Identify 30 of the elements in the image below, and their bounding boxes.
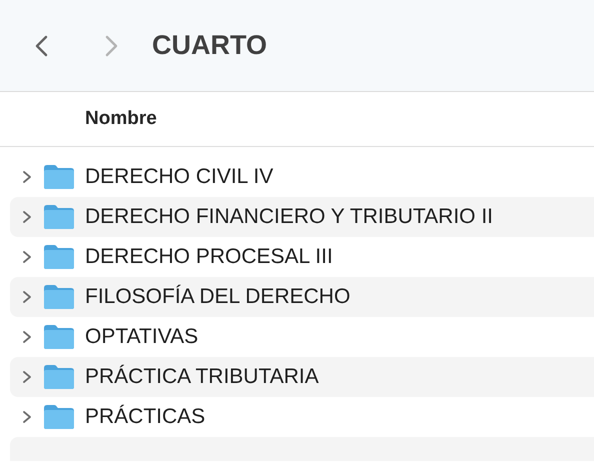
window-title: CUARTO	[152, 30, 268, 61]
folder-row[interactable]: DERECHO FINANCIERO Y TRIBUTARIO II	[10, 197, 594, 237]
folder-row[interactable]: DERECHO CIVIL IV	[10, 157, 594, 197]
disclosure-chevron-icon[interactable]	[22, 410, 32, 424]
folder-name: OPTATIVAS	[85, 325, 198, 349]
folder-icon	[43, 324, 75, 350]
folder-icon	[43, 244, 75, 270]
disclosure-chevron-icon[interactable]	[22, 210, 32, 224]
folder-name: DERECHO FINANCIERO Y TRIBUTARIO II	[85, 205, 494, 229]
folder-row[interactable]: OPTATIVAS	[10, 317, 594, 357]
folder-icon	[43, 404, 75, 430]
folder-name: DERECHO PROCESAL III	[85, 245, 333, 269]
folder-name: PRÁCTICAS	[85, 405, 206, 429]
folder-row[interactable]: PRÁCTICAS	[10, 397, 594, 437]
disclosure-chevron-icon[interactable]	[22, 290, 32, 304]
folder-icon	[43, 364, 75, 390]
folder-row[interactable]: FILOSOFÍA DEL DERECHO	[10, 277, 594, 317]
folder-row[interactable]: PRÁCTICA TRIBUTARIA	[10, 357, 594, 397]
folder-row[interactable]: DERECHO PROCESAL III	[10, 237, 594, 277]
folder-icon	[43, 164, 75, 190]
folder-icon	[43, 284, 75, 310]
column-header[interactable]: Nombre	[85, 108, 157, 130]
folder-name: FILOSOFÍA DEL DERECHO	[85, 285, 350, 309]
disclosure-chevron-icon[interactable]	[22, 170, 32, 184]
disclosure-chevron-icon[interactable]	[22, 250, 32, 264]
folder-name: PRÁCTICA TRIBUTARIA	[85, 365, 319, 389]
folder-name: DERECHO CIVIL IV	[85, 165, 274, 189]
disclosure-chevron-icon[interactable]	[22, 370, 32, 384]
folder-icon	[43, 204, 75, 230]
disclosure-chevron-icon[interactable]	[22, 330, 32, 344]
